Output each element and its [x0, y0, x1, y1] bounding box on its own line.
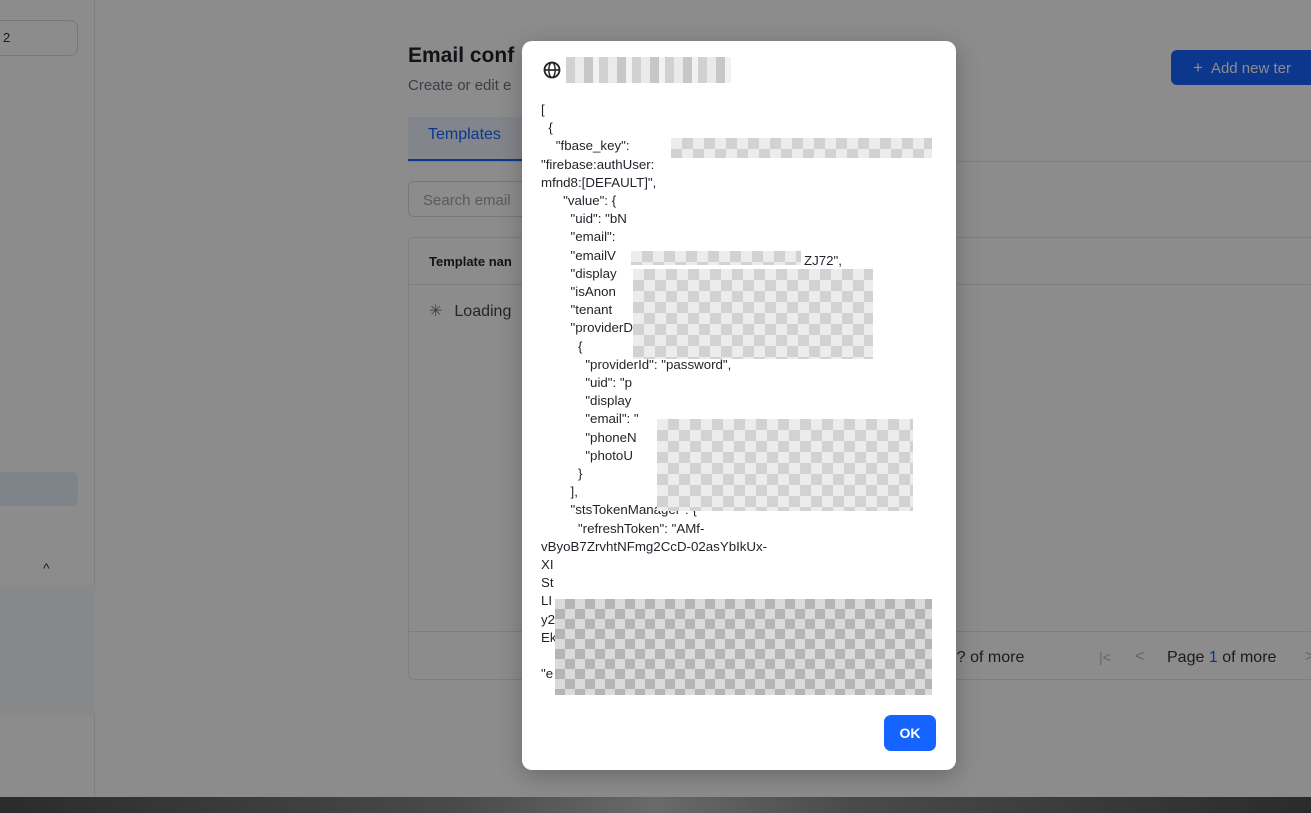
json-line: mfnd8:[DEFAULT]",	[541, 174, 657, 190]
json-line: vByoB7ZrvhtNFmg2CcD-02asYbIkUx-	[541, 538, 768, 554]
json-line: "firebase:authUser:	[541, 156, 655, 172]
ok-button[interactable]: OK	[884, 715, 936, 751]
json-line: "uid": "bN	[541, 211, 627, 227]
json-line: St	[541, 575, 554, 591]
json-line: "value": {	[541, 193, 617, 209]
dialog-title-redacted	[566, 57, 731, 83]
json-line: XI	[541, 557, 554, 573]
json-line: [	[541, 102, 545, 117]
json-line: "email":	[541, 229, 616, 245]
json-line: "uid": "p	[541, 375, 633, 391]
taskbar	[0, 797, 1311, 813]
dialog-message: [ { "fbase_key": "firebase:authUser: mfnd8…	[541, 101, 932, 695]
redacted-block	[657, 419, 913, 511]
globe-icon	[543, 61, 561, 79]
json-line: "refreshToken": "AMf-	[541, 520, 705, 536]
redacted-block	[671, 138, 932, 158]
json-content: [ { "fbase_key": "firebase:authUser: mfnd8…	[541, 101, 932, 684]
redacted-block	[633, 269, 873, 359]
redacted-block	[555, 599, 932, 695]
uid-tail: ZJ72",	[804, 253, 842, 268]
json-line: "display	[541, 393, 632, 409]
redacted-block	[631, 251, 801, 265]
json-line: {	[541, 120, 553, 136]
alert-dialog: [ { "fbase_key": "firebase:authUser: mfnd8…	[522, 41, 956, 770]
